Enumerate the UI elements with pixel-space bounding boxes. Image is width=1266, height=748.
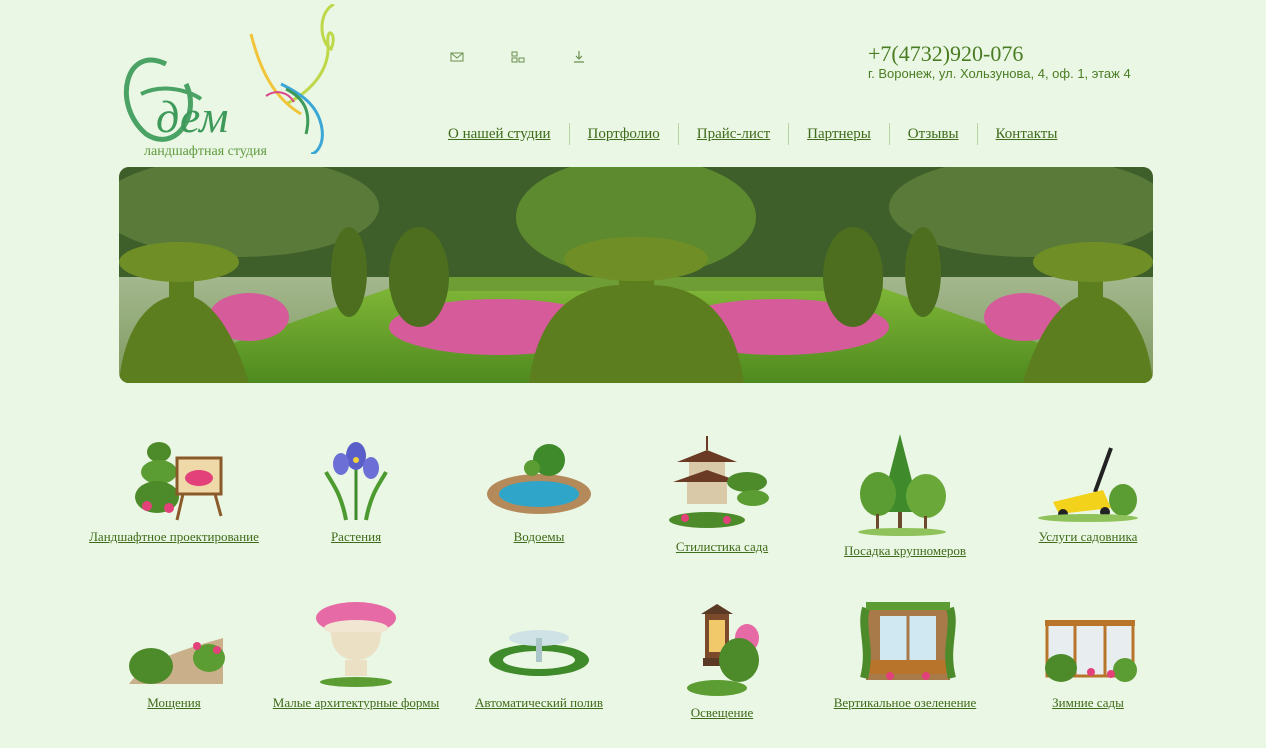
nav-item-portfolio[interactable]: Портфолио: [568, 123, 678, 145]
nav-item-partners[interactable]: Партнеры: [788, 123, 889, 145]
phone-number: +7(4732)920-076: [868, 41, 1024, 66]
service-label[interactable]: Посадка крупномеров: [820, 542, 990, 560]
service-vertical-greening[interactable]: Вертикальное озеленение: [820, 598, 990, 712]
nav-item-about[interactable]: О нашей студии: [430, 123, 569, 145]
lawnmower-icon: [1038, 447, 1138, 522]
flower-vase-icon: [316, 602, 396, 687]
winter-garden-icon: [1045, 620, 1137, 682]
service-winter-gardens[interactable]: Зимние сады: [1003, 598, 1173, 712]
service-irrigation[interactable]: Автоматический полив: [454, 598, 624, 712]
service-garden-style[interactable]: Стилистика сада: [637, 432, 807, 556]
service-label[interactable]: Вертикальное озеленение: [820, 694, 990, 712]
nav-item-reviews[interactable]: Отзывы: [888, 123, 977, 145]
service-large-trees[interactable]: Посадка крупномеров: [820, 432, 990, 560]
service-label[interactable]: Автоматический полив: [454, 694, 624, 712]
paving-path-icon: [129, 638, 225, 684]
iris-flower-icon: [324, 442, 388, 521]
service-label[interactable]: Ландшафтное проектирование: [89, 528, 259, 546]
trees-icon: [858, 434, 946, 536]
main-nav: О нашей студии Портфолио Прайс-лист Парт…: [430, 122, 1075, 146]
service-small-architecture[interactable]: Малые архитектурные формы: [271, 598, 441, 712]
sitemap-icon[interactable]: [511, 50, 525, 64]
nav-item-contacts[interactable]: Контакты: [976, 123, 1076, 145]
service-ponds[interactable]: Водоемы: [454, 432, 624, 546]
service-paving[interactable]: Мощения: [89, 598, 259, 712]
mail-icon[interactable]: [450, 50, 464, 64]
logo-subtitle: ландшафтная студия: [144, 144, 267, 159]
address: г. Воронеж, ул. Хользунова, 4, оф. 1, эт…: [868, 66, 1131, 81]
contact-block: +7(4732)920-076 г. Воронеж, ул. Хользуно…: [868, 42, 1131, 82]
garden-lantern-icon: [687, 604, 759, 696]
service-gardener[interactable]: Услуги садовника: [1003, 432, 1173, 546]
service-label[interactable]: Зимние сады: [1003, 694, 1173, 712]
window-vines-icon: [860, 602, 956, 680]
pagoda-icon: [669, 436, 769, 528]
service-label[interactable]: Освещение: [637, 704, 807, 722]
service-label[interactable]: Мощения: [89, 694, 259, 712]
service-plants[interactable]: Растения: [271, 432, 441, 546]
service-label[interactable]: Водоемы: [454, 528, 624, 546]
nav-item-pricelist[interactable]: Прайс-лист: [677, 123, 788, 145]
easel-topiary-icon: [135, 442, 223, 521]
hummingbird-logo-icon: дем: [123, 2, 335, 156]
service-label[interactable]: Малые архитектурные формы: [271, 694, 441, 712]
fountain-icon: [489, 630, 589, 676]
service-lighting[interactable]: Освещение: [637, 598, 807, 722]
service-label[interactable]: Стилистика сада: [637, 538, 807, 556]
download-icon[interactable]: [572, 50, 586, 64]
logo[interactable]: дем ландшафтная студия: [116, 2, 346, 164]
service-label[interactable]: Растения: [271, 528, 441, 546]
pond-icon: [487, 444, 591, 514]
svg-text:дем: дем: [156, 91, 228, 142]
service-landscape-design[interactable]: Ландшафтное проектирование: [89, 432, 259, 546]
service-label[interactable]: Услуги садовника: [1003, 528, 1173, 546]
hero-banner-image: [119, 167, 1153, 383]
